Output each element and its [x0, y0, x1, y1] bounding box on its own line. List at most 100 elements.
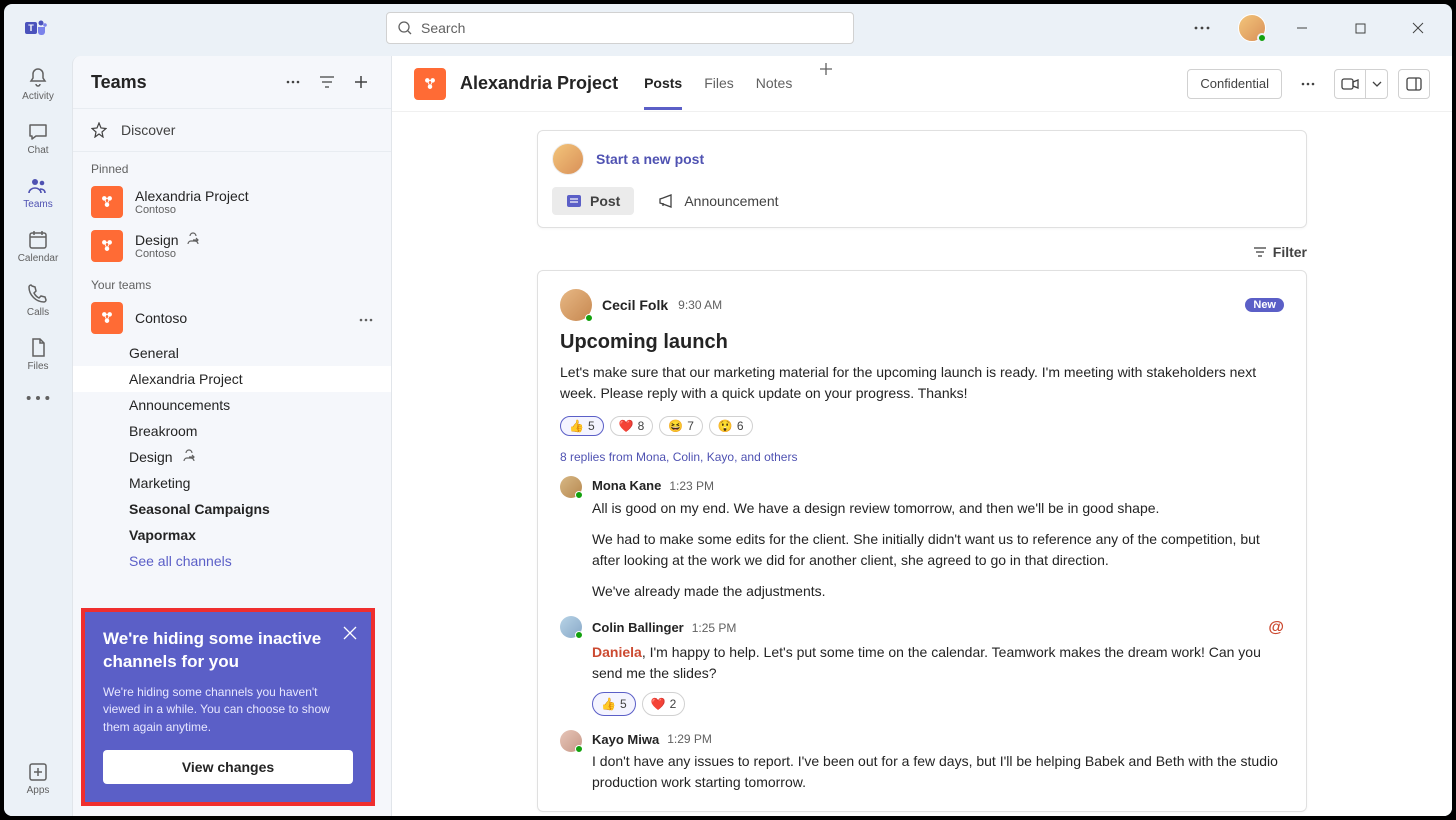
author-avatar[interactable]: [560, 289, 592, 321]
apps-icon: [26, 760, 50, 784]
team-row[interactable]: Contoso: [73, 296, 391, 340]
people-icon: [26, 174, 50, 198]
window-maximize-button[interactable]: [1338, 13, 1382, 43]
pinned-team[interactable]: Alexandria ProjectContoso: [73, 180, 391, 224]
user-avatar[interactable]: [1238, 14, 1266, 42]
megaphone-icon: [658, 194, 676, 208]
reply-avatar[interactable]: [560, 476, 582, 498]
post-timestamp: 9:30 AM: [678, 298, 722, 312]
reaction-pill[interactable]: 😆7: [659, 416, 703, 436]
rail-activity[interactable]: Activity: [4, 58, 72, 110]
channel-item[interactable]: Marketing: [73, 470, 391, 496]
rail-apps[interactable]: Apps: [4, 752, 72, 804]
open-pane-button[interactable]: [1398, 69, 1430, 99]
title-bar: T Search: [4, 4, 1452, 52]
reaction-bar: 👍5 ❤️8 😆7 😲6: [560, 416, 1284, 436]
teams-panel: Teams Discover Pinned Alexandria Project…: [72, 56, 392, 816]
post-type-post[interactable]: Post: [552, 187, 634, 215]
svg-text:T: T: [28, 23, 34, 33]
channel-header: Alexandria Project Posts Files Notes Con…: [392, 56, 1452, 112]
mention[interactable]: Daniela: [592, 644, 642, 660]
rail-more[interactable]: [4, 382, 72, 414]
reply-timestamp: 1:29 PM: [667, 730, 712, 748]
reply-avatar[interactable]: [560, 616, 582, 638]
calendar-icon: [26, 228, 50, 252]
pinned-team[interactable]: DesignContoso: [73, 224, 391, 268]
discover-row[interactable]: Discover: [73, 108, 391, 152]
callout-title: We're hiding some inactive channels for …: [103, 628, 353, 674]
reply-author[interactable]: Mona Kane: [592, 476, 661, 496]
user-avatar: [552, 143, 584, 175]
shared-channel-icon: [185, 232, 201, 248]
close-icon[interactable]: [343, 626, 357, 645]
pinned-section-label: Pinned: [73, 152, 391, 180]
rail-teams[interactable]: Teams: [4, 166, 72, 218]
reply-author[interactable]: Colin Ballinger: [592, 618, 684, 638]
sensitivity-button[interactable]: Confidential: [1187, 69, 1282, 99]
more-icon[interactable]: [1292, 69, 1324, 99]
discover-icon: [91, 122, 107, 138]
channel-avatar-icon: [414, 68, 446, 100]
shared-channel-icon: [181, 449, 197, 465]
reply: Mona Kane1:23 PM All is good on my end. …: [560, 476, 1284, 602]
reply: Kayo Miwa1:29 PM I don't have any issues…: [560, 730, 1284, 794]
reaction-pill[interactable]: 😲6: [709, 416, 753, 436]
add-tab-button[interactable]: [814, 57, 838, 81]
rail-files[interactable]: Files: [4, 328, 72, 380]
post-body: Let's make sure that our marketing mater…: [560, 362, 1284, 404]
create-team-button[interactable]: [349, 70, 373, 94]
search-input[interactable]: Search: [386, 12, 854, 44]
chat-icon: [26, 120, 50, 144]
reply-avatar[interactable]: [560, 730, 582, 752]
team-avatar-icon: [91, 186, 123, 218]
more-button[interactable]: [281, 70, 305, 94]
start-new-post[interactable]: Start a new post: [596, 151, 704, 167]
window-close-button[interactable]: [1396, 13, 1440, 43]
channel-title: Alexandria Project: [460, 73, 618, 94]
channel-item[interactable]: General: [73, 340, 391, 366]
hidden-channels-callout: We're hiding some inactive channels for …: [81, 608, 375, 806]
replies-link[interactable]: 8 replies from Mona, Colin, Kayo, and ot…: [560, 450, 1284, 464]
bell-icon: [26, 66, 50, 90]
rail-calls[interactable]: Calls: [4, 274, 72, 326]
post-title: Upcoming launch: [560, 331, 1284, 354]
post-card: Cecil Folk 9:30 AM New Upcoming launch L…: [537, 270, 1307, 812]
channel-item[interactable]: Design: [73, 444, 391, 470]
filter-icon: [1253, 246, 1267, 258]
channel-item[interactable]: Breakroom: [73, 418, 391, 444]
presence-available-icon: [585, 314, 593, 322]
phone-icon: [26, 282, 50, 306]
your-teams-label: Your teams: [73, 268, 391, 296]
tab-notes[interactable]: Notes: [756, 57, 793, 110]
post-type-announcement[interactable]: Announcement: [644, 187, 792, 215]
filter-icon[interactable]: [315, 70, 339, 94]
reaction-pill[interactable]: 👍5: [592, 692, 636, 716]
post-author[interactable]: Cecil Folk: [602, 297, 668, 313]
channel-content: Alexandria Project Posts Files Notes Con…: [392, 56, 1452, 816]
team-more-icon[interactable]: [359, 309, 373, 327]
see-all-channels[interactable]: See all channels: [73, 548, 391, 574]
reply: Colin Ballinger1:25 PM@ Daniela, I'm hap…: [560, 616, 1284, 716]
rail-chat[interactable]: Chat: [4, 112, 72, 164]
teams-logo: T: [12, 16, 60, 40]
reply-timestamp: 1:25 PM: [692, 619, 737, 637]
meet-button[interactable]: [1334, 69, 1366, 99]
channel-item[interactable]: Seasonal Campaigns: [73, 496, 391, 522]
tab-posts[interactable]: Posts: [644, 57, 682, 110]
channel-item[interactable]: Alexandria Project: [73, 366, 391, 392]
team-avatar-icon: [91, 230, 123, 262]
more-options-icon[interactable]: [1180, 13, 1224, 43]
reply-author[interactable]: Kayo Miwa: [592, 730, 659, 750]
reaction-pill[interactable]: 👍5: [560, 416, 604, 436]
reaction-pill[interactable]: ❤️8: [610, 416, 654, 436]
window-minimize-button[interactable]: [1280, 13, 1324, 43]
filter-button[interactable]: Filter: [1273, 244, 1307, 260]
view-changes-button[interactable]: View changes: [103, 750, 353, 784]
app-rail: Activity Chat Teams Calendar Calls Files: [4, 52, 72, 816]
meet-dropdown[interactable]: [1366, 69, 1388, 99]
rail-calendar[interactable]: Calendar: [4, 220, 72, 272]
channel-item[interactable]: Vapormax: [73, 522, 391, 548]
reaction-pill[interactable]: ❤️2: [642, 692, 686, 716]
tab-files[interactable]: Files: [704, 57, 734, 110]
channel-item[interactable]: Announcements: [73, 392, 391, 418]
